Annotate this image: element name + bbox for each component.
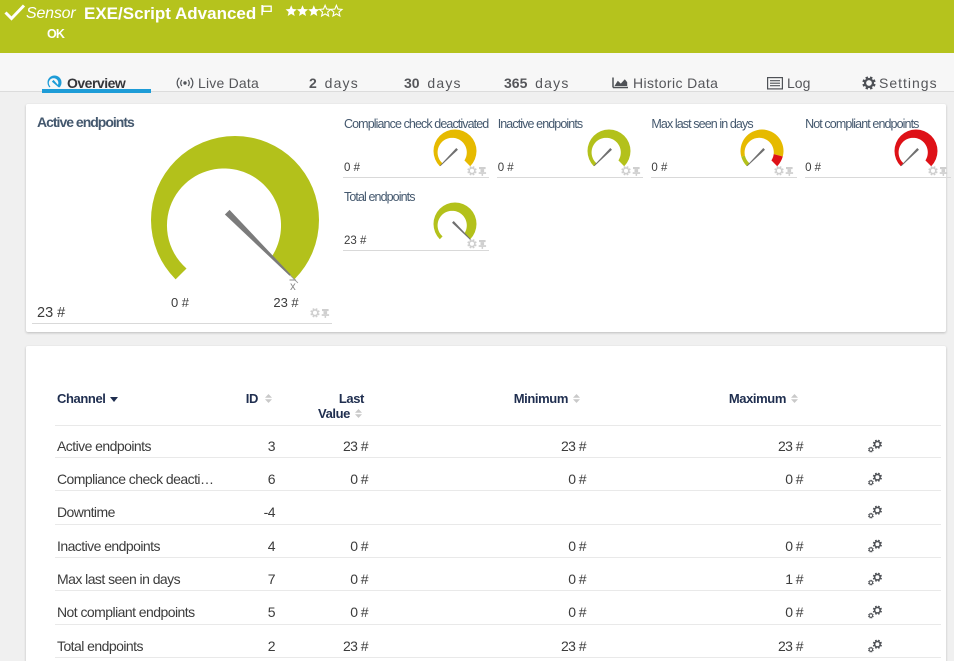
svg-text:x: x [290, 281, 296, 293]
